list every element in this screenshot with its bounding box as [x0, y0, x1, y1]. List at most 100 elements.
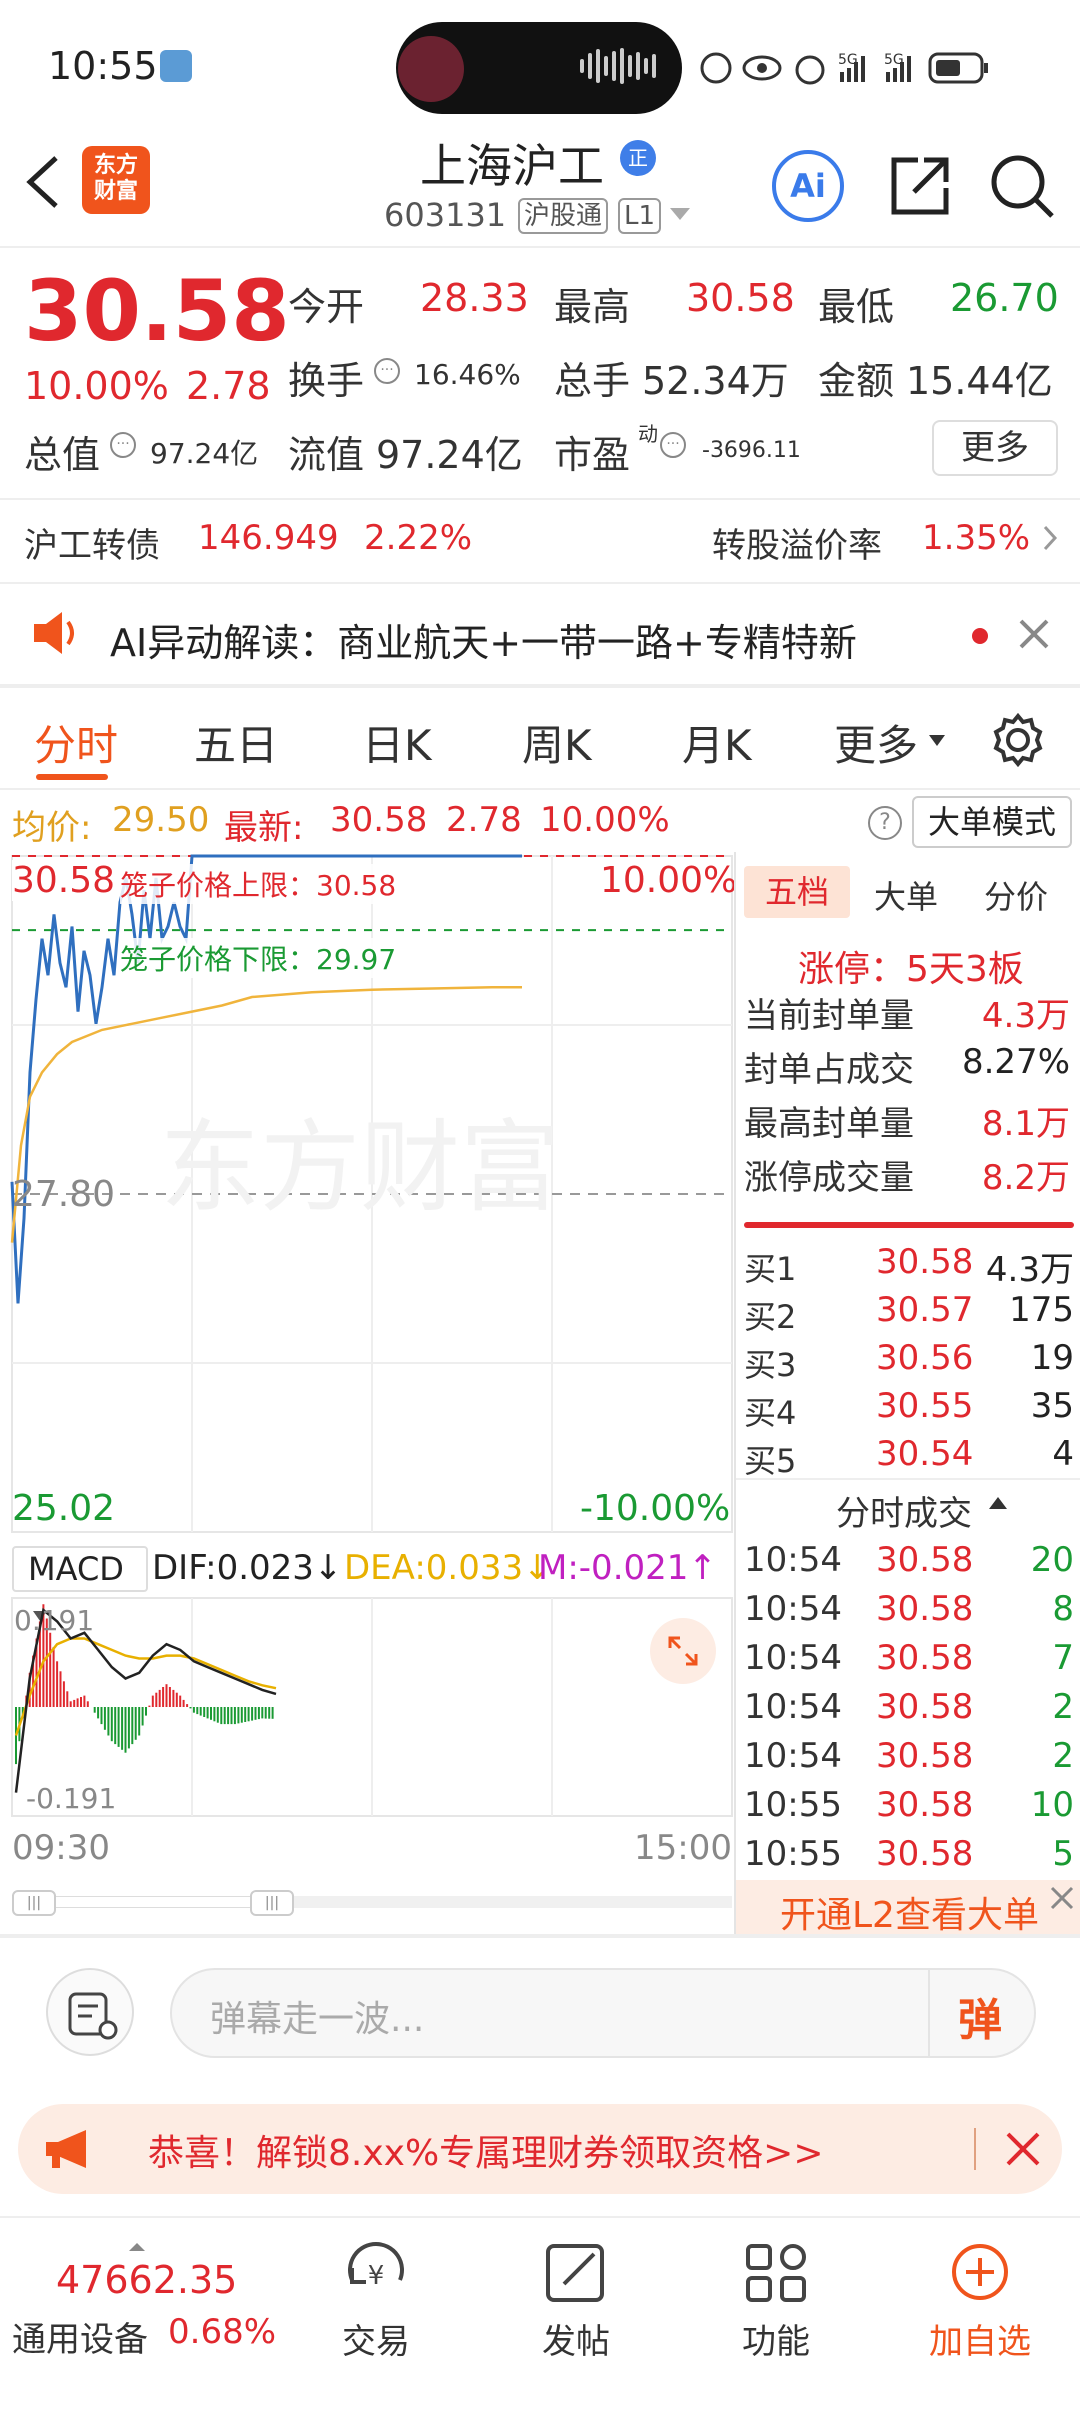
convertible-bond-row[interactable]: 沪工转债 146.949 2.22% 转股溢价率 1.35%: [0, 500, 1080, 580]
bid-price: 30.58: [876, 1242, 974, 1282]
search-icon[interactable]: [986, 150, 1058, 222]
ticks-header[interactable]: 分时成交: [836, 1486, 972, 1535]
panel-divider: [734, 852, 736, 1934]
more-button[interactable]: 更多: [932, 420, 1058, 476]
tick-row: 10:54 30.58 20: [744, 1538, 1074, 1586]
info-icon[interactable]: ···: [660, 432, 686, 458]
tick-time: 10:54: [744, 1687, 842, 1727]
ai-button[interactable]: Ai: [772, 150, 844, 222]
danmu-settings-button[interactable]: [46, 1968, 134, 2056]
tab-more[interactable]: 更多: [834, 712, 918, 773]
bid-row[interactable]: 买1 30.58 4.3万: [744, 1240, 1074, 1290]
bid-row[interactable]: 买3 30.56 19: [744, 1336, 1074, 1384]
dif-value: DIF:0.023↓: [152, 1548, 343, 1588]
bid-volume: 4.3万: [985, 1250, 1074, 1290]
divider: [0, 684, 1080, 688]
bid-row[interactable]: 买4 30.55 35: [744, 1384, 1074, 1432]
nav-post[interactable]: 发帖: [496, 2240, 656, 2363]
tick-row: 10:54 30.58 7: [744, 1636, 1074, 1684]
indicator-selector[interactable]: MACD: [12, 1546, 148, 1621]
change-amt: 2.78: [186, 364, 271, 408]
tab-big-orders[interactable]: 大单: [874, 872, 938, 918]
close-icon[interactable]: [1004, 2130, 1042, 2168]
info-icon[interactable]: ···: [110, 432, 136, 458]
limit-stat-label: 最高封单量: [744, 1104, 914, 1144]
share-icon[interactable]: [884, 150, 956, 222]
tab-intraday[interactable]: 分时: [34, 712, 118, 773]
big-order-mode-button[interactable]: 大单模式: [912, 796, 1072, 848]
bid-row[interactable]: 买5 30.54 4: [744, 1432, 1074, 1480]
edit-icon: [546, 2244, 604, 2302]
tick-volume: 7: [1052, 1638, 1074, 1678]
tick-row: 10:54 30.58 8: [744, 1587, 1074, 1635]
latest-label: 最新:: [224, 808, 304, 848]
avg-value: 29.50: [112, 800, 210, 840]
status-bar: 10:55 5G 5G: [0, 0, 1080, 130]
unread-dot: [972, 628, 988, 644]
divider: [928, 1970, 930, 2056]
trade-yuan-icon: ¥: [348, 2242, 404, 2291]
tab-five-day[interactable]: 五日: [194, 712, 278, 773]
dea-line: [14, 1637, 277, 1736]
bid-level: 买3: [744, 1346, 797, 1384]
float-label: 流值: [288, 433, 365, 477]
watermark-text: 东方财富: [160, 1109, 560, 1226]
tick-time: 10:54: [744, 1589, 842, 1629]
help-icon[interactable]: ?: [868, 806, 902, 840]
l2-upsell-text: 开通L2查看大单: [780, 1895, 1039, 1936]
add-circle-icon: [952, 2244, 1008, 2300]
nav-add-watchlist[interactable]: 加自选: [900, 2240, 1060, 2363]
open-label: 今开: [288, 285, 365, 329]
premium-label: 转股溢价率: [712, 526, 882, 566]
danmu-input[interactable]: 弹幕走一波... 弹: [170, 1968, 1036, 2058]
ai-notice-bar[interactable]: AI异动解读：商业航天+一带一路+专精特新: [0, 584, 1080, 684]
avg-label: 均价:: [12, 808, 92, 848]
bid-price: 30.54: [876, 1434, 974, 1474]
chart-series: [10, 854, 522, 1304]
l2-upsell-bar[interactable]: 开通L2查看大单: [736, 1880, 1080, 1936]
tick-row: 10:54 30.58 2: [744, 1685, 1074, 1733]
nav-trade[interactable]: ¥ 交易: [296, 2240, 456, 2363]
caret-up-icon: [129, 2243, 145, 2251]
close-icon[interactable]: [1048, 1884, 1076, 1912]
tab-order-book[interactable]: 五档: [744, 866, 850, 918]
close-icon[interactable]: [1018, 618, 1050, 650]
tab-price-dist[interactable]: 分价: [984, 872, 1048, 918]
bid-row[interactable]: 买2 30.57 175: [744, 1288, 1074, 1336]
promo-banner[interactable]: 恭喜！解锁8.xx%专属理财券领取资格>>: [18, 2104, 1062, 2194]
tab-daily-k[interactable]: 日K: [362, 712, 432, 773]
chevron-down-icon[interactable]: [668, 206, 692, 222]
tick-price: 30.58: [876, 1540, 974, 1580]
tick-volume: 5: [1052, 1834, 1074, 1874]
media-thumbnail: [398, 36, 464, 102]
tab-monthly-k[interactable]: 月K: [682, 712, 752, 773]
tick-time: 10:55: [744, 1834, 842, 1874]
nav-functions[interactable]: 功能: [696, 2240, 856, 2363]
bid-price: 30.56: [876, 1338, 974, 1378]
chevron-right-icon: [1043, 525, 1058, 551]
back-button[interactable]: [20, 150, 70, 214]
range-handle-right[interactable]: |||: [250, 1890, 294, 1916]
chart-change-pct: 10.00%: [540, 800, 670, 840]
index-name: 通用设备: [12, 2320, 148, 2360]
bid-level: 买5: [744, 1442, 797, 1480]
tab-weekly-k[interactable]: 周K: [522, 712, 592, 773]
tick-row: 10:55 30.58 5: [744, 1832, 1074, 1880]
settings-gear-icon[interactable]: [990, 712, 1046, 768]
limit-stat-row: 封单占成交 8.27%: [744, 1042, 1070, 1096]
mktcap-label: 总值: [24, 433, 101, 477]
expand-button[interactable]: [650, 1618, 716, 1684]
nav-functions-label: 功能: [742, 2322, 810, 2362]
range-handle-left[interactable]: |||: [12, 1890, 56, 1916]
danmu-placeholder: 弹幕走一波...: [210, 1999, 425, 2040]
index-ticker[interactable]: 47662.35 通用设备 0.68%: [0, 2236, 310, 2412]
nav-add-watchlist-label: 加自选: [929, 2322, 1031, 2362]
change-pct: 10.00%: [24, 364, 169, 408]
danmu-send-button[interactable]: 弹: [958, 1984, 1002, 2048]
nav-post-label: 发帖: [542, 2322, 610, 2362]
info-icon[interactable]: ···: [374, 358, 400, 384]
x-axis-start: 09:30: [12, 1828, 110, 1868]
back-arrow-icon: [26, 156, 58, 208]
limit-stat-value: 8.2万: [981, 1158, 1070, 1198]
macd-bottom-label: -0.191: [26, 1782, 117, 1815]
